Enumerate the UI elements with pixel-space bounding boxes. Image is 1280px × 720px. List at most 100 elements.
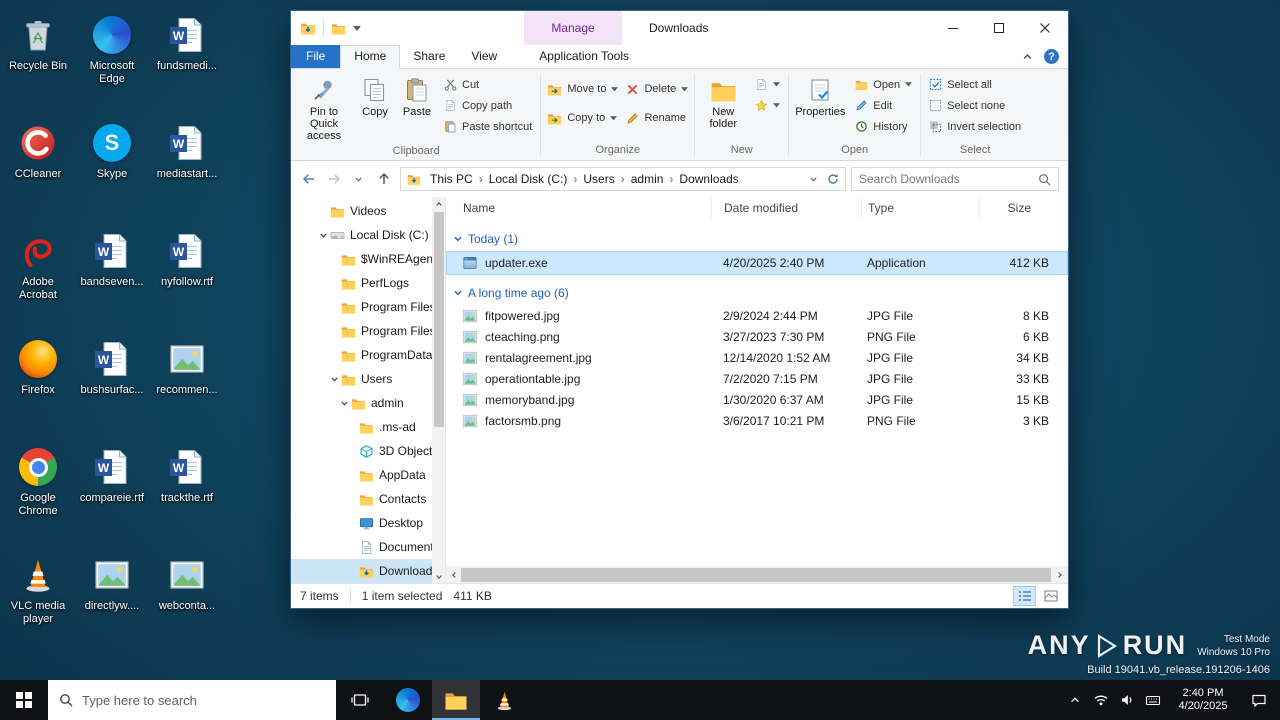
copy-path-button[interactable]: Copy path — [441, 96, 535, 115]
breadcrumb-users[interactable]: Users — [578, 172, 619, 186]
up-button[interactable] — [371, 166, 396, 192]
search-icon[interactable] — [1038, 173, 1051, 186]
taskbar-search-input[interactable] — [82, 692, 325, 708]
sidebar-item-ms-ad[interactable]: .ms-ad — [291, 415, 445, 439]
move-to-button[interactable]: Move to — [547, 78, 618, 100]
title-bar[interactable]: Manage Downloads — [291, 11, 1068, 45]
desktop-icon-document[interactable]: trackthe.rtf — [151, 440, 223, 548]
copy-to-button[interactable]: Copy to — [547, 107, 618, 129]
paste-shortcut-button[interactable]: Paste shortcut — [441, 117, 535, 136]
tray-network-button[interactable] — [1088, 680, 1114, 720]
minimize-button[interactable] — [930, 11, 976, 45]
tray-overflow-button[interactable] — [1062, 680, 1088, 720]
easy-access-button[interactable] — [752, 96, 783, 115]
tab-application-tools[interactable]: Application Tools — [526, 45, 642, 68]
delete-button[interactable]: Delete — [626, 78, 688, 100]
file-row-factorsmb-png[interactable]: factorsmb.png 3/6/2017 10:21 PM PNG File… — [446, 410, 1068, 431]
sidebar-item-local-disk-c[interactable]: Local Disk (C:) — [291, 223, 445, 247]
group-collapse-chevron-icon[interactable] — [453, 234, 463, 244]
thumbnail-view-button[interactable] — [1039, 586, 1062, 606]
sidebar-item-perflogs[interactable]: PerfLogs — [291, 271, 445, 295]
breadcrumb-local-disk[interactable]: Local Disk (C:) — [484, 172, 573, 186]
file-row-operationtable-jpg[interactable]: operationtable.jpg 7/2/2020 7:15 PM JPG … — [446, 368, 1068, 389]
desktop-icon-skype[interactable]: S Skype — [76, 116, 148, 224]
maximize-button[interactable] — [976, 11, 1022, 45]
address-dropdown-button[interactable] — [803, 168, 823, 190]
taskbar-vlc-button[interactable] — [480, 680, 528, 720]
refresh-button[interactable] — [823, 168, 843, 190]
desktop-icon-document[interactable]: compareie.rtf — [76, 440, 148, 548]
address-box[interactable]: This PC › Local Disk (C:) › Users › admin › … — [400, 167, 846, 191]
sidebar-item-3d-objects[interactable]: 3D Objects — [291, 439, 445, 463]
sidebar-item-appdata[interactable]: AppData — [291, 463, 445, 487]
file-row-rentalagreement-jpg[interactable]: rentalagreement.jpg 12/14/2020 1:52 AM J… — [446, 347, 1068, 368]
scroll-down-icon[interactable] — [432, 570, 445, 583]
invert-selection-button[interactable]: Invert selection — [926, 117, 1024, 136]
tab-file[interactable]: File — [291, 45, 341, 68]
desktop-icon-ccleaner[interactable]: CCleaner — [2, 116, 74, 224]
edit-button[interactable]: Edit — [852, 96, 915, 115]
file-row-updater-exe[interactable]: updater.exe 4/20/2025 2:40 PM Applicatio… — [446, 251, 1068, 275]
close-button[interactable] — [1022, 11, 1068, 45]
folder-icon[interactable] — [331, 21, 346, 36]
scroll-left-icon[interactable] — [446, 566, 462, 583]
desktop-icon-image[interactable]: recommen... — [151, 332, 223, 440]
desktop-icon-document[interactable]: mediastart... — [151, 116, 223, 224]
desktop-icon-document[interactable]: bandseven... — [76, 224, 148, 332]
tab-view[interactable]: View — [458, 45, 510, 68]
horizontal-scrollbar[interactable] — [446, 566, 1068, 583]
taskbar-edge-button[interactable] — [384, 680, 432, 720]
sidebar-item-videos[interactable]: Videos — [291, 199, 445, 223]
scrollbar-thumb[interactable] — [461, 567, 1051, 582]
history-button[interactable]: History — [852, 117, 915, 136]
open-button[interactable]: Open — [852, 75, 915, 94]
column-header-type[interactable]: Type — [861, 197, 979, 219]
breadcrumb-downloads[interactable]: Downloads — [674, 172, 743, 186]
desktop-icon-google-chrome[interactable]: Google Chrome — [2, 440, 74, 548]
file-group-header-long-time-ago[interactable]: A long time ago (6) — [446, 281, 1068, 305]
file-group-header-today[interactable]: Today (1) — [446, 227, 1068, 251]
task-view-button[interactable] — [336, 680, 384, 720]
sidebar-item-winreagent[interactable]: $WinREAgent — [291, 247, 445, 271]
desktop-icon-document[interactable]: bushsurfac... — [76, 332, 148, 440]
taskbar-file-explorer-button[interactable] — [432, 680, 480, 720]
sidebar-item-programdata[interactable]: ProgramData — [291, 343, 445, 367]
forward-button[interactable] — [321, 166, 346, 192]
paste-button[interactable]: Paste — [396, 72, 438, 120]
properties-button[interactable]: Properties — [791, 72, 849, 120]
copy-button[interactable]: Copy — [354, 72, 396, 120]
search-box[interactable] — [851, 167, 1059, 191]
column-header-size[interactable]: Size — [979, 197, 1059, 219]
file-row-memoryband-jpg[interactable]: memoryband.jpg 1/30/2020 6:37 AM JPG Fil… — [446, 389, 1068, 410]
sidebar-scrollbar[interactable] — [432, 197, 445, 583]
desktop-icon-firefox[interactable]: Firefox — [2, 332, 74, 440]
collapse-ribbon-icon[interactable] — [1022, 51, 1033, 62]
sidebar-item-program-files[interactable]: Program Files — [291, 295, 445, 319]
scroll-right-icon[interactable] — [1052, 566, 1068, 583]
details-view-button[interactable] — [1013, 586, 1036, 606]
select-none-button[interactable]: Select none — [926, 96, 1024, 115]
file-row-cteaching-png[interactable]: cteaching.png 3/27/2023 7:30 PM PNG File… — [446, 326, 1068, 347]
rename-button[interactable]: Rename — [626, 107, 688, 129]
sidebar-item-documents[interactable]: Documents — [291, 535, 445, 559]
sidebar-item-admin[interactable]: admin — [291, 391, 445, 415]
scroll-up-icon[interactable] — [432, 197, 445, 210]
search-input[interactable] — [859, 172, 1038, 186]
taskbar-search[interactable] — [48, 680, 336, 720]
scrollbar-thumb[interactable] — [433, 212, 444, 427]
tab-share[interactable]: Share — [400, 45, 458, 68]
back-button[interactable] — [296, 166, 321, 192]
sidebar-item-users[interactable]: Users — [291, 367, 445, 391]
tray-volume-button[interactable] — [1114, 680, 1140, 720]
desktop-icon-adobe-acrobat[interactable]: Adobe Acrobat — [2, 224, 74, 332]
tray-keyboard-button[interactable] — [1140, 680, 1166, 720]
file-row-fitpowered-jpg[interactable]: fitpowered.jpg 2/9/2024 2:44 PM JPG File… — [446, 305, 1068, 326]
desktop-icon-recycle-bin[interactable]: Recycle Bin — [2, 8, 74, 116]
taskbar-clock[interactable]: 2:40 PM 4/20/2025 — [1166, 687, 1240, 713]
help-icon[interactable]: ? — [1044, 49, 1059, 64]
tab-home[interactable]: Home — [340, 45, 401, 69]
sidebar-item-program-files-x86[interactable]: Program Files — [291, 319, 445, 343]
sidebar-item-contacts[interactable]: Contacts — [291, 487, 445, 511]
breadcrumb-admin[interactable]: admin — [626, 172, 669, 186]
desktop-icon-document[interactable]: nyfollow.rtf — [151, 224, 223, 332]
